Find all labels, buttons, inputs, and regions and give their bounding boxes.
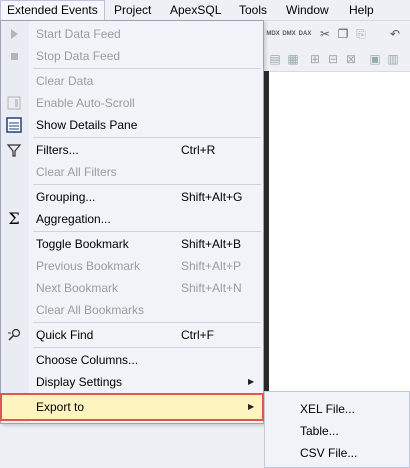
paste-icon[interactable]: ⎘ xyxy=(354,27,368,41)
dax-query-icon[interactable]: DAX xyxy=(298,27,312,41)
export-to-submenu: XEL File... Table... CSV File... xyxy=(264,391,410,468)
menu-item-display-settings[interactable]: Display Settings ▶ xyxy=(1,371,263,393)
editor-margin xyxy=(264,71,269,391)
menu-item-label: Stop Data Feed xyxy=(36,49,121,63)
menu-item-label: Next Bookmark xyxy=(36,281,119,295)
menu-item-label: Clear Data xyxy=(36,74,94,88)
menu-bar: Extended Events Project ApexSQL Tools Wi… xyxy=(0,0,410,21)
menu-apexsql[interactable]: ApexSQL xyxy=(164,0,227,20)
submenu-item-csv-file[interactable]: CSV File... xyxy=(300,442,357,464)
menu-item-next-bookmark[interactable]: Next Bookmark Shift+Alt+N xyxy=(1,277,263,299)
sigma-icon: Σ xyxy=(8,209,20,228)
shortcut-label: Shift+Alt+G xyxy=(181,190,243,204)
menu-tools[interactable]: Tools xyxy=(233,0,273,20)
menu-item-label: Enable Auto-Scroll xyxy=(36,96,135,110)
menu-extended-events[interactable]: Extended Events xyxy=(0,0,105,20)
menu-item-label: Previous Bookmark xyxy=(36,259,141,273)
submenu-arrow-icon: ▶ xyxy=(248,402,255,411)
details-pane-icon xyxy=(6,117,22,133)
toolbar-icon-g[interactable]: ▥ xyxy=(386,52,400,66)
menu-item-clear-all-filters[interactable]: Clear All Filters xyxy=(1,161,263,183)
shortcut-label: Shift+Alt+N xyxy=(181,281,242,295)
toolbar-icon-b[interactable]: ▦ xyxy=(286,52,300,66)
menu-separator xyxy=(33,347,261,348)
menu-separator xyxy=(33,322,261,323)
menu-item-clear-data[interactable]: Clear Data xyxy=(1,70,263,92)
menu-item-grouping[interactable]: Grouping... Shift+Alt+G xyxy=(1,186,263,208)
menu-project[interactable]: Project xyxy=(108,0,157,20)
secondary-toolbar: ▤ ▦ ⊞ ⊟ ⊠ ▣ ▥ xyxy=(264,47,410,72)
quick-find-icon xyxy=(6,327,22,343)
toolbar-icon-a[interactable]: ▤ xyxy=(268,52,282,66)
auto-scroll-icon xyxy=(6,95,22,111)
toolbar-icon-f[interactable]: ▣ xyxy=(368,52,382,66)
menu-item-start-data-feed[interactable]: Start Data Feed xyxy=(1,23,263,45)
menu-item-label: Clear All Bookmarks xyxy=(36,303,145,317)
extended-events-dropdown: Start Data Feed Stop Data Feed Clear Dat… xyxy=(0,20,264,424)
menu-item-label: Toggle Bookmark xyxy=(36,237,129,251)
toolbar-icon-d[interactable]: ⊟ xyxy=(326,52,340,66)
menu-item-filters[interactable]: Filters... Ctrl+R xyxy=(1,139,263,161)
menu-item-label: Display Settings xyxy=(36,375,123,389)
submenu-arrow-icon: ▶ xyxy=(248,377,255,386)
menu-item-quick-find[interactable]: Quick Find Ctrl+F xyxy=(1,324,263,346)
menu-item-stop-data-feed[interactable]: Stop Data Feed xyxy=(1,45,263,67)
menu-item-label: Start Data Feed xyxy=(36,27,121,41)
stop-icon xyxy=(6,48,22,64)
menu-separator xyxy=(33,184,261,185)
mdx-query-icon[interactable]: MDX xyxy=(266,27,280,41)
submenu-item-xel-file[interactable]: XEL File... xyxy=(300,398,355,420)
menu-item-previous-bookmark[interactable]: Previous Bookmark Shift+Alt+P xyxy=(1,255,263,277)
menu-item-label: Clear All Filters xyxy=(36,165,117,179)
menu-item-choose-columns[interactable]: Choose Columns... xyxy=(1,349,263,371)
filter-icon xyxy=(6,142,22,158)
standard-toolbar: MDX DMX DAX ✂ ❐ ⎘ ↶ xyxy=(264,21,410,47)
cut-icon[interactable]: ✂ xyxy=(318,27,332,41)
shortcut-label: Ctrl+R xyxy=(181,143,216,157)
menu-item-export-to[interactable]: Export to ▶ xyxy=(0,393,264,421)
menu-item-label: Filters... xyxy=(36,143,79,157)
menu-window[interactable]: Window xyxy=(280,0,335,20)
menu-item-clear-all-bookmarks[interactable]: Clear All Bookmarks xyxy=(1,299,263,321)
menu-separator xyxy=(33,68,261,69)
shortcut-label: Shift+Alt+B xyxy=(181,237,242,251)
menu-item-enable-auto-scroll[interactable]: Enable Auto-Scroll xyxy=(1,92,263,114)
menu-item-label: Quick Find xyxy=(36,328,94,342)
menu-item-show-details-pane[interactable]: Show Details Pane xyxy=(1,114,263,136)
menu-separator xyxy=(33,137,261,138)
menu-item-toggle-bookmark[interactable]: Toggle Bookmark Shift+Alt+B xyxy=(1,233,263,255)
menu-item-label: Show Details Pane xyxy=(36,118,138,132)
dmx-query-icon[interactable]: DMX xyxy=(282,27,296,41)
menu-item-label: Choose Columns... xyxy=(36,353,139,367)
play-icon xyxy=(6,26,22,42)
menu-item-label: Aggregation... xyxy=(36,212,111,226)
shortcut-label: Shift+Alt+P xyxy=(181,259,242,273)
submenu-item-table[interactable]: Table... xyxy=(300,420,339,442)
toolbar-icon-e[interactable]: ⊠ xyxy=(344,52,358,66)
menu-item-label: Grouping... xyxy=(36,190,96,204)
copy-icon[interactable]: ❐ xyxy=(336,27,350,41)
undo-icon[interactable]: ↶ xyxy=(388,27,402,41)
menu-help[interactable]: Help xyxy=(343,0,380,20)
shortcut-label: Ctrl+F xyxy=(181,328,214,342)
toolbar-icon-c[interactable]: ⊞ xyxy=(308,52,322,66)
menu-item-aggregation[interactable]: Σ Aggregation... xyxy=(1,208,263,230)
menu-separator xyxy=(33,231,261,232)
menu-item-label: Export to xyxy=(36,400,85,414)
